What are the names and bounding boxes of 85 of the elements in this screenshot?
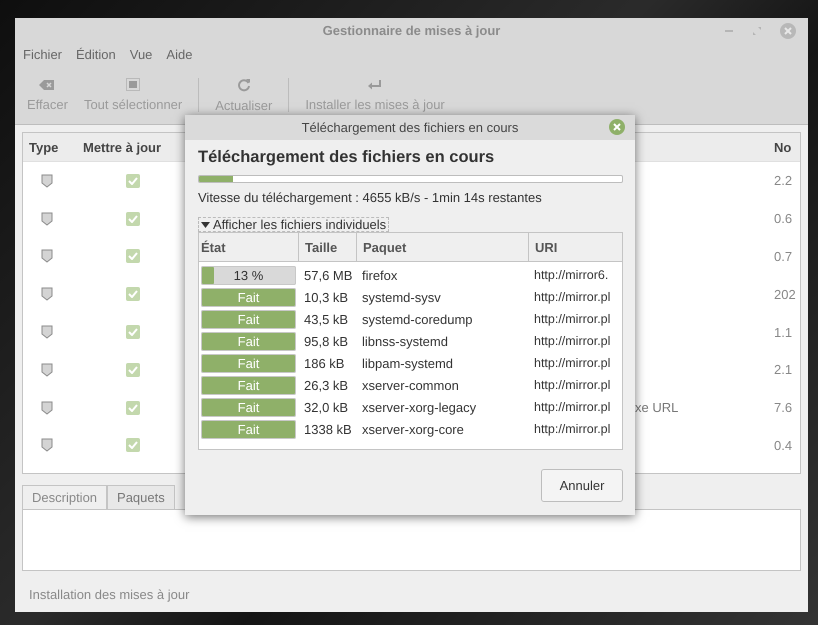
checkbox[interactable] xyxy=(126,438,140,452)
table-cell-text: 57,6 MB xyxy=(303,268,354,282)
menu-item[interactable]: Vue xyxy=(130,47,152,62)
status-label: Fait xyxy=(236,378,260,392)
checkbox[interactable] xyxy=(126,362,140,377)
status-label: Fait xyxy=(236,290,260,304)
return-arrow-icon xyxy=(368,78,382,91)
table-cell-text: 7.6 xyxy=(773,400,794,416)
table-cell: xe URL xyxy=(635,400,678,416)
grid-icon xyxy=(126,78,140,92)
column-header[interactable]: État xyxy=(199,233,299,261)
window-title: Gestionnaire de mises à jour xyxy=(322,23,500,38)
column-header[interactable]: Type xyxy=(23,140,83,154)
table-cell-text: http://mirror.pl xyxy=(533,422,612,436)
table-cell-text: http://mirror.pl xyxy=(533,334,612,348)
checkbox[interactable] xyxy=(126,174,140,188)
shield-icon xyxy=(41,249,53,264)
checkbox[interactable] xyxy=(126,287,140,302)
table-cell-text: firefox xyxy=(361,268,398,282)
table-cell-text: http://mirror6. xyxy=(533,268,610,282)
table-cell-text: 2.2 xyxy=(773,173,794,188)
table-cell-text: xserver-xorg-legacy xyxy=(361,400,478,414)
table-cell-text: 202 xyxy=(773,286,797,302)
refresh-icon xyxy=(236,78,251,92)
minimize-icon[interactable] xyxy=(724,29,734,33)
table-cell-text: 95,8 kB xyxy=(303,334,350,348)
table-cell-text: 2.1 xyxy=(773,362,794,378)
checkbox[interactable] xyxy=(126,249,140,264)
status-text: Installation des mises à jour xyxy=(29,587,190,602)
column-header[interactable]: URI xyxy=(529,233,622,261)
shield-icon xyxy=(41,438,53,452)
status-label: Fait xyxy=(236,422,260,436)
table-cell-text: http://mirror.pl xyxy=(533,312,612,326)
status-label: 13 % xyxy=(232,268,264,282)
backspace-icon xyxy=(39,78,56,91)
table-cell-text: systemd-sysv xyxy=(361,290,442,304)
column-header[interactable]: Mettre à jour xyxy=(83,140,183,154)
shield-icon xyxy=(41,325,53,340)
shield-icon xyxy=(41,287,53,302)
maximize-icon[interactable] xyxy=(752,26,762,36)
table-cell-text: libpam-systemd xyxy=(361,356,454,370)
cancel-button[interactable]: Annuler xyxy=(541,469,623,502)
dialog-title: Téléchargement des fichiers en cours xyxy=(302,120,518,135)
close-icon[interactable] xyxy=(780,23,796,39)
table-cell-text: 1.1 xyxy=(773,324,794,340)
shield-icon xyxy=(41,362,53,377)
table-cell-text: 10,3 kB xyxy=(303,290,350,304)
shield-icon xyxy=(41,174,53,188)
status-label: Fait xyxy=(236,356,260,370)
table-cell-text: libnss-systemd xyxy=(361,334,449,348)
table-cell-text: 43,5 kB xyxy=(303,312,350,326)
table-cell-text: http://mirror.pl xyxy=(533,290,612,304)
table-cell-text: 26,3 kB xyxy=(303,378,350,392)
table-cell-text: 32,0 kB xyxy=(303,400,350,414)
tab[interactable]: Paquets xyxy=(107,485,175,509)
column-header[interactable]: Taille xyxy=(299,233,357,261)
status-label: Fait xyxy=(236,312,260,326)
shield-icon xyxy=(41,212,53,226)
table-cell-text: http://mirror.pl xyxy=(533,400,612,414)
triangle-icon xyxy=(201,222,210,228)
dialog-heading: Téléchargement des fichiers en cours xyxy=(198,148,496,167)
speed-text: Vitesse du téléchargement : 4655 kB/s - 1min 14s restantes xyxy=(198,190,543,205)
column-header[interactable]: No xyxy=(772,140,800,154)
table-cell-text: systemd-coredump xyxy=(361,312,474,326)
shield-icon xyxy=(41,400,53,415)
table-cell-text: 186 kB xyxy=(303,356,346,370)
checkbox[interactable] xyxy=(126,212,140,226)
status-label: Fait xyxy=(236,334,260,348)
table-cell-text: 0.4 xyxy=(773,438,794,453)
table-cell-text: http://mirror.pl xyxy=(533,378,612,392)
table-cell-text: xserver-common xyxy=(361,378,460,392)
menu-item[interactable]: Fichier xyxy=(23,47,62,62)
table-cell-text: 0.7 xyxy=(773,248,794,264)
table-cell-text: xserver-xorg-core xyxy=(361,422,465,436)
tab[interactable]: Description xyxy=(22,485,108,509)
table-cell-text: 0.6 xyxy=(773,211,794,226)
close-icon[interactable] xyxy=(609,119,625,135)
table-cell-text: 1338 kB xyxy=(303,422,353,436)
table-cell-text: http://mirror.pl xyxy=(533,356,612,370)
column-header[interactable]: Paquet xyxy=(357,233,529,261)
checkbox[interactable] xyxy=(126,400,140,415)
status-label: Fait xyxy=(236,400,260,414)
menu-item[interactable]: Édition xyxy=(76,47,116,62)
menu-item[interactable]: Aide xyxy=(166,47,192,62)
checkbox[interactable] xyxy=(126,325,140,340)
